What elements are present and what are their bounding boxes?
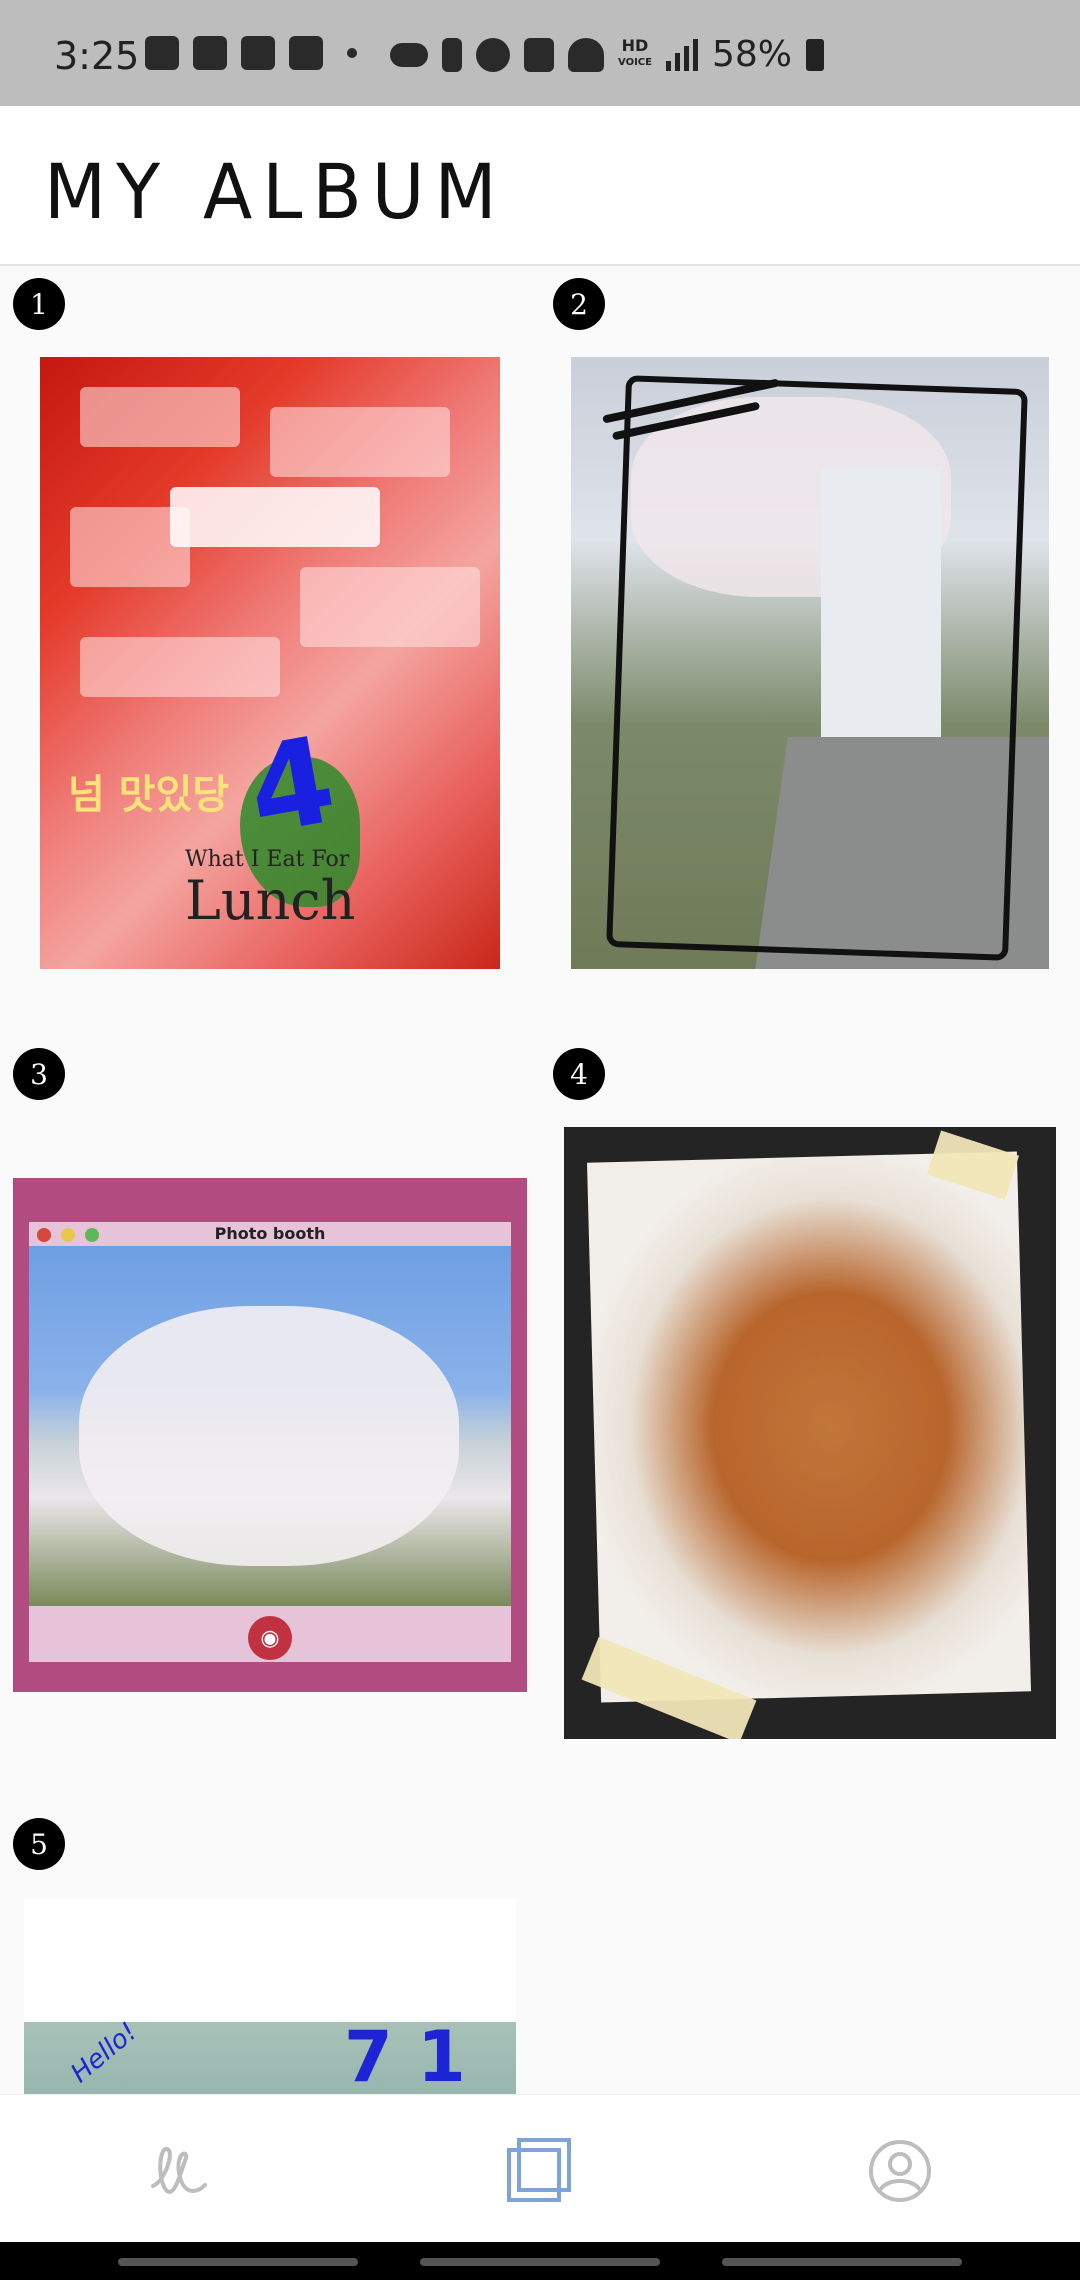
bottom-nav <box>0 2094 1080 2243</box>
window-title: Photo booth <box>214 1224 326 1243</box>
page-title: MY ALBUM <box>44 147 507 237</box>
album-icon <box>507 2138 571 2202</box>
battery-percent: 58% <box>711 34 792 75</box>
battery-saver-icon <box>442 37 462 72</box>
alarm-icon <box>476 37 510 72</box>
item-number-badge: 5 <box>13 1818 65 1870</box>
cherry-blossom-tree <box>79 1306 459 1566</box>
nav-write[interactable] <box>140 2131 220 2211</box>
album-photo-5[interactable]: Hello! 7 1 <box>24 1898 516 2098</box>
fried-food-photo <box>587 1151 1031 1703</box>
accessibility-icon <box>193 36 227 70</box>
photo-caption-line2: Lunch <box>185 869 356 932</box>
item-number-badge: 1 <box>13 278 65 330</box>
photo-caption-korean: 넘 맛있당 <box>68 772 230 818</box>
drawn-frame <box>606 375 1028 961</box>
photo-booth-window: Photo booth ◉ <box>29 1222 511 1662</box>
image-icon <box>241 36 275 70</box>
system-icons: HD VOICE 58% <box>390 34 824 75</box>
battery-icon <box>805 38 824 71</box>
booth-photo <box>29 1246 511 1606</box>
mute-icon <box>524 37 554 72</box>
notification-icons <box>145 36 367 70</box>
gesture-bar <box>0 2242 1080 2280</box>
cast-icon <box>289 36 323 70</box>
item-number-badge: 3 <box>13 1048 65 1100</box>
write-icon <box>151 2147 207 2194</box>
more-notifications-icon <box>347 48 357 58</box>
window-titlebar: Photo booth <box>29 1222 511 1246</box>
album-photo-2[interactable] <box>571 357 1049 969</box>
camera-icon: ◉ <box>248 1616 292 1660</box>
status-bar: 3:25 HD VOICE 58% <box>0 0 1080 106</box>
nav-album[interactable] <box>500 2131 580 2211</box>
item-number-badge: 4 <box>553 1048 605 1100</box>
hand-drawn-mark: 7 1 <box>344 2016 466 2098</box>
status-time: 3:25 <box>54 34 140 78</box>
album-photo-1[interactable]: 넘 맛있당 4 What I Eat For Lunch <box>40 357 500 969</box>
signal-icon <box>665 38 698 71</box>
hd-voice-icon: HD VOICE <box>618 36 652 69</box>
vpn-key-icon <box>390 42 428 67</box>
app-bar: MY ALBUM <box>0 106 1080 266</box>
item-number-badge: 2 <box>553 278 605 330</box>
album-photo-4[interactable] <box>564 1127 1056 1739</box>
profile-icon <box>869 2140 931 2202</box>
nav-profile[interactable] <box>860 2131 940 2211</box>
wifi-icon <box>568 37 604 72</box>
message-icon <box>145 36 179 70</box>
album-photo-3[interactable]: Photo booth ◉ <box>13 1178 527 1692</box>
